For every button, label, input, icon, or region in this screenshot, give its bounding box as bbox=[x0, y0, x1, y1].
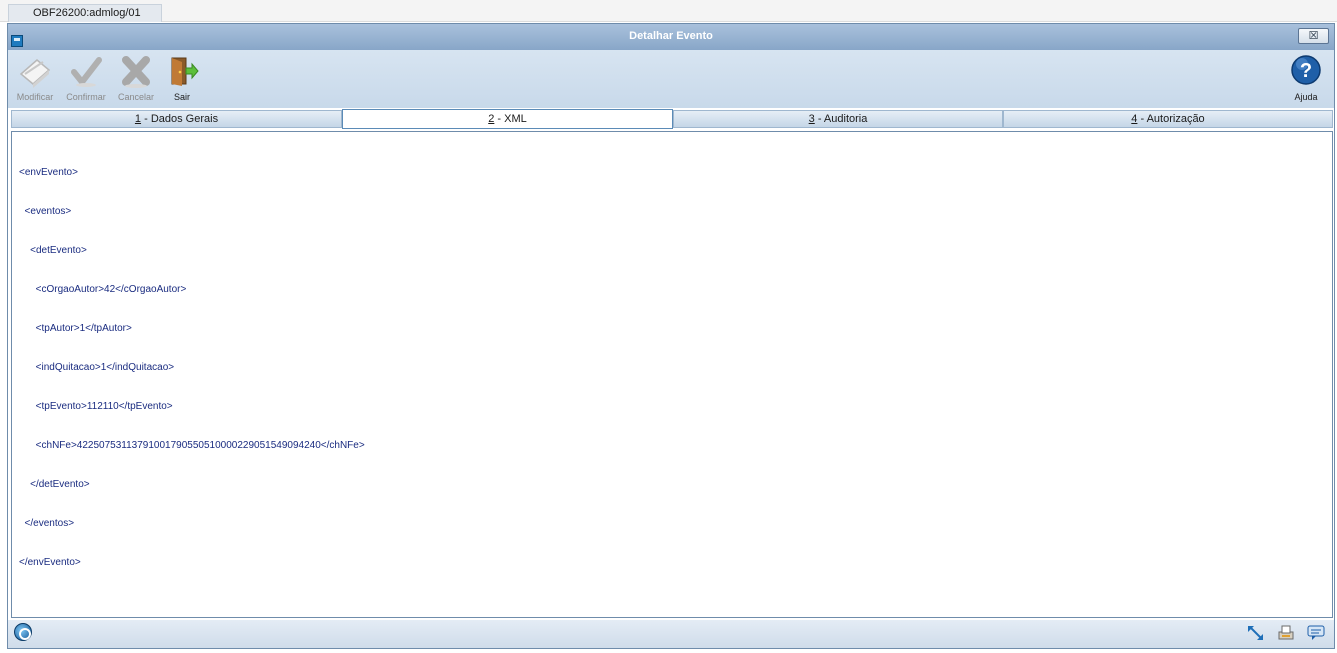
tab-label: - Autorização bbox=[1137, 113, 1205, 125]
toolbar: Modificar Confirmar Cancelar Sair ? Ajud… bbox=[8, 50, 1334, 108]
help-button[interactable]: ? Ajuda bbox=[1288, 52, 1324, 102]
chat-message-icon[interactable] bbox=[1306, 624, 1326, 642]
x-cross-icon bbox=[122, 56, 150, 88]
xml-line: <chNFe>422507531137910017905505100002290… bbox=[19, 440, 365, 451]
xml-line: </eventos> bbox=[19, 518, 75, 529]
section-tabs: 1 - Dados Gerais 2 - XML 3 - Auditoria 4… bbox=[11, 109, 1333, 129]
app-tabstrip: OBF26200:admlog/01 bbox=[0, 0, 1337, 22]
xml-line: <envEvento> bbox=[19, 167, 78, 178]
status-bar bbox=[8, 620, 1334, 648]
xml-line: <indQuitacao>1</indQuitacao> bbox=[19, 362, 175, 373]
modify-button[interactable]: Modificar bbox=[12, 52, 58, 102]
xml-line: <tpEvento>112110</tpEvento> bbox=[19, 401, 173, 412]
xml-line: </detEvento> bbox=[19, 479, 90, 490]
xml-line: <eventos> bbox=[19, 206, 72, 217]
modify-label: Modificar bbox=[16, 92, 54, 102]
cancel-label: Cancelar bbox=[117, 92, 155, 102]
printer-icon[interactable] bbox=[1276, 624, 1296, 642]
tab-xml[interactable]: 2 - XML bbox=[342, 109, 673, 129]
xml-text[interactable]: <envEvento> <eventos> <detEvento> <cOrga… bbox=[19, 140, 365, 595]
tab-label: - Dados Gerais bbox=[141, 113, 219, 125]
close-button[interactable]: ☒ bbox=[1298, 28, 1329, 44]
exit-door-icon bbox=[171, 57, 199, 86]
xml-line: </envEvento> bbox=[19, 557, 81, 568]
confirm-label: Confirmar bbox=[66, 92, 106, 102]
dialog-title: Detalhar Evento bbox=[629, 30, 713, 42]
resize-arrow-icon[interactable] bbox=[1246, 624, 1266, 642]
tab-dados-gerais[interactable]: 1 - Dados Gerais bbox=[11, 110, 342, 128]
tab-label: - Auditoria bbox=[814, 113, 868, 125]
exit-button[interactable]: Sair bbox=[164, 52, 200, 102]
detail-event-dialog: Detalhar Evento ☒ Modificar Confirmar Ca… bbox=[7, 23, 1335, 649]
edit-paper-icon bbox=[19, 59, 51, 88]
exit-label: Sair bbox=[173, 92, 190, 102]
globe-icon[interactable] bbox=[14, 623, 32, 641]
question-help-icon: ? bbox=[1291, 55, 1321, 85]
confirm-button[interactable]: Confirmar bbox=[62, 52, 110, 102]
help-label: Ajuda bbox=[1294, 92, 1318, 102]
dialog-titlebar: Detalhar Evento ☒ bbox=[8, 24, 1334, 50]
tab-label: - XML bbox=[494, 113, 527, 125]
cancel-button[interactable]: Cancelar bbox=[114, 52, 158, 102]
xml-line: <detEvento> bbox=[19, 245, 87, 256]
tab-autorizacao[interactable]: 4 - Autorização bbox=[1003, 110, 1333, 128]
tab-auditoria[interactable]: 3 - Auditoria bbox=[673, 110, 1003, 128]
xml-line: <cOrgaoAutor>42</cOrgaoAutor> bbox=[19, 284, 187, 295]
xml-line: <tpAutor>1</tpAutor> bbox=[19, 323, 132, 334]
checkmark-icon bbox=[71, 57, 102, 87]
app-tab-current[interactable]: OBF26200:admlog/01 bbox=[8, 4, 162, 22]
svg-text:?: ? bbox=[1300, 60, 1312, 82]
xml-content-panel[interactable]: <envEvento> <eventos> <detEvento> <cOrga… bbox=[11, 131, 1333, 618]
